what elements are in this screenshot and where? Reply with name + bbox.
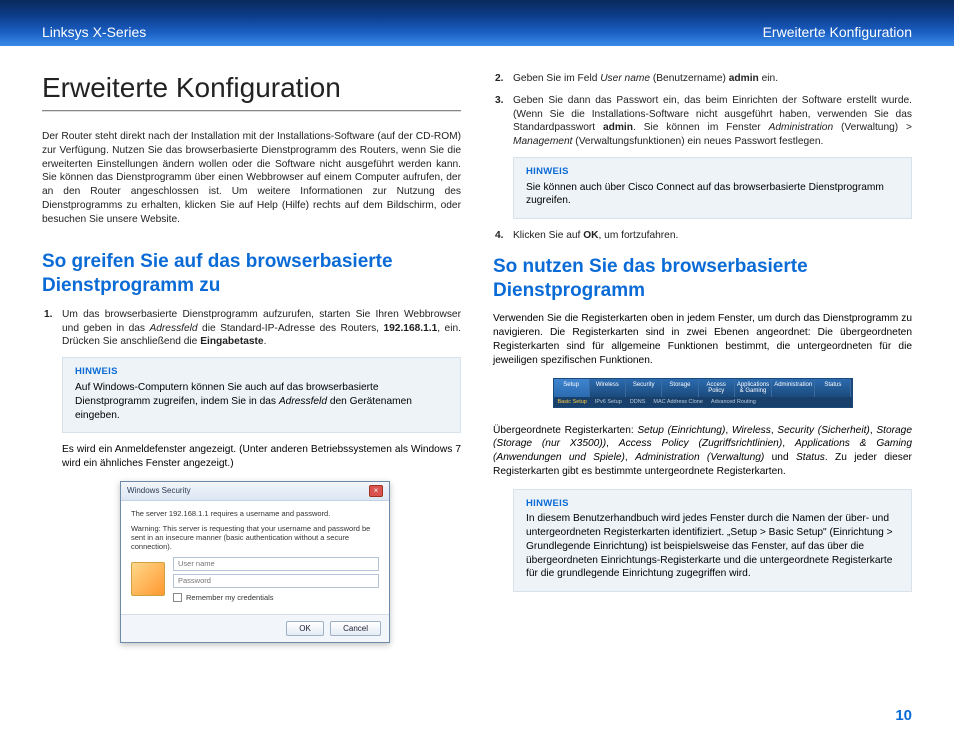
tab-wireless[interactable]: Wireless	[590, 379, 626, 397]
note-box-tabs-naming: HINWEIS In diesem Benutzerhandbuch wird …	[513, 489, 912, 593]
tab-applications-gaming[interactable]: Applications & Gaming	[735, 379, 772, 397]
step-number: 3.	[493, 94, 513, 149]
access-steps-cont2: 4. Klicken Sie auf OK, um fortzufahren.	[493, 229, 912, 243]
step-text: Geben Sie dann das Passwort ein, das bei…	[513, 94, 912, 149]
ok-button[interactable]: OK	[286, 621, 324, 636]
note-text: Sie können auch über Cisco Connect auf d…	[526, 182, 884, 207]
step-text: Um das browserbasierte Dienstprogramm au…	[62, 308, 461, 349]
dialog-title: Windows Security	[127, 486, 191, 495]
step-number: 1.	[42, 308, 62, 349]
left-column: Erweiterte Konfiguration Der Router steh…	[42, 72, 461, 643]
step-number: 2.	[493, 72, 513, 86]
router-nav-tabs: Setup Wireless Security Storage Access P…	[553, 378, 853, 408]
tab-setup[interactable]: Setup	[554, 379, 590, 397]
remember-checkbox-row[interactable]: Remember my credentials	[173, 593, 379, 602]
step-text: Geben Sie im Feld User name (Benutzernam…	[513, 72, 912, 86]
tab-status[interactable]: Status	[815, 379, 851, 397]
page-title: Erweiterte Konfiguration	[42, 72, 461, 104]
step-number: 4.	[493, 229, 513, 243]
step-2: 2. Geben Sie im Feld User name (Benutzer…	[493, 72, 912, 86]
section-access-heading: So greifen Sie auf das browserbasierte D…	[42, 250, 461, 298]
dialog-titlebar: Windows Security ×	[121, 482, 389, 501]
subtab-ipv6[interactable]: IPv6 Setup	[591, 397, 626, 407]
subtab-mac-clone[interactable]: MAC Address Clone	[649, 397, 707, 407]
section-use-heading: So nutzen Sie das browserbasierte Dienst…	[493, 255, 912, 303]
access-steps: 1. Um das browserbasierte Dienstprogramm…	[42, 308, 461, 349]
credentials-icon	[131, 562, 165, 596]
username-field[interactable]	[173, 557, 379, 571]
note-label: HINWEIS	[75, 366, 448, 379]
subtab-adv-routing[interactable]: Advanced Routing	[707, 397, 760, 407]
header-right: Erweiterte Konfiguration	[763, 24, 912, 40]
router-nav-figure: Setup Wireless Security Storage Access P…	[493, 378, 912, 408]
close-icon[interactable]: ×	[369, 485, 383, 497]
note-label: HINWEIS	[526, 166, 899, 179]
tab-security[interactable]: Security	[626, 379, 662, 397]
note-label: HINWEIS	[526, 498, 899, 511]
subtab-ddns[interactable]: DDNS	[626, 397, 650, 407]
tab-storage[interactable]: Storage	[662, 379, 698, 397]
tabs-description: Übergeordnete Registerkarten: Setup (Ein…	[493, 424, 912, 479]
cancel-button[interactable]: Cancel	[330, 621, 381, 636]
checkbox-icon[interactable]	[173, 593, 182, 602]
step-4: 4. Klicken Sie auf OK, um fortzufahren.	[493, 229, 912, 243]
use-description: Verwenden Sie die Registerkarten oben in…	[493, 312, 912, 367]
tab-access-policy[interactable]: Access Policy	[699, 379, 735, 397]
page-number: 10	[895, 707, 912, 724]
step-1: 1. Um das browserbasierte Dienstprogramm…	[42, 308, 461, 349]
page-content: Erweiterte Konfiguration Der Router steh…	[0, 46, 954, 643]
step-text: Klicken Sie auf OK, um fortzufahren.	[513, 229, 912, 243]
password-field[interactable]	[173, 574, 379, 588]
windows-security-dialog: Windows Security × The server 192.168.1.…	[120, 481, 390, 643]
login-window-note: Es wird ein Anmeldefenster angezeigt. (U…	[62, 443, 461, 471]
dialog-text-1: The server 192.168.1.1 requires a userna…	[131, 509, 379, 518]
note-text: Auf Windows-Computern können Sie auch au…	[75, 382, 412, 421]
note-text: In diesem Benutzerhandbuch wird jedes Fe…	[526, 513, 893, 579]
title-rule	[42, 110, 461, 112]
step-3: 3. Geben Sie dann das Passwort ein, das …	[493, 94, 912, 149]
right-column: 2. Geben Sie im Feld User name (Benutzer…	[493, 72, 912, 643]
header-bar: Linksys X-Series Erweiterte Konfiguratio…	[0, 0, 954, 46]
subtab-basic-setup[interactable]: Basic Setup	[554, 397, 591, 407]
note-box-windows: HINWEIS Auf Windows-Computern können Sie…	[62, 357, 461, 433]
access-steps-cont: 2. Geben Sie im Feld User name (Benutzer…	[493, 72, 912, 149]
dialog-text-2: Warning: This server is requesting that …	[131, 524, 379, 551]
login-dialog-figure: Windows Security × The server 192.168.1.…	[120, 481, 461, 643]
remember-label: Remember my credentials	[186, 593, 274, 602]
header-left: Linksys X-Series	[42, 24, 146, 40]
intro-paragraph: Der Router steht direkt nach der Install…	[42, 130, 461, 226]
note-box-cisco-connect: HINWEIS Sie können auch über Cisco Conne…	[513, 157, 912, 219]
tab-administration[interactable]: Administration	[772, 379, 815, 397]
